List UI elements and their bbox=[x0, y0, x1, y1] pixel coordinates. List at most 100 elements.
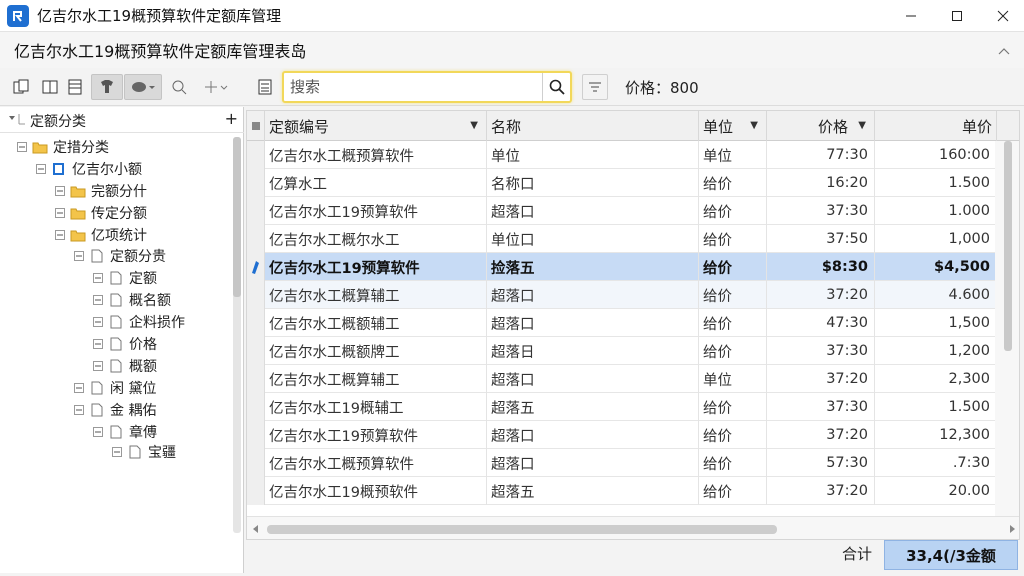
tree-node[interactable]: 概额 bbox=[92, 356, 157, 376]
close-button[interactable] bbox=[980, 0, 1024, 32]
table-cell-price[interactable]: 77:30 bbox=[767, 141, 875, 169]
row-selector[interactable] bbox=[247, 337, 265, 365]
brush-button[interactable] bbox=[91, 74, 123, 100]
tree-toggle-icon[interactable] bbox=[54, 229, 66, 241]
table-cell-price[interactable]: 37:30 bbox=[767, 393, 875, 421]
add-category-button[interactable]: + bbox=[225, 109, 238, 128]
table-cell-price[interactable]: 37:20 bbox=[767, 365, 875, 393]
table-cell-price[interactable]: 37:20 bbox=[767, 477, 875, 505]
row-selector[interactable] bbox=[247, 169, 265, 197]
search-refresh-button[interactable] bbox=[166, 74, 192, 100]
table-row[interactable]: 亿吉尔水工概算辅工 超落口 单位 37:20 2,300 bbox=[247, 365, 997, 393]
table-cell-code[interactable]: 亿吉尔水工概尔水工 bbox=[265, 225, 487, 253]
table-cell-unit[interactable]: 给价 bbox=[699, 197, 767, 225]
table-row[interactable]: 亿吉尔水工19概预软件 超落五 给价 37:20 20.00 bbox=[247, 477, 997, 505]
table-cell-unit[interactable]: 给价 bbox=[699, 281, 767, 309]
row-selector[interactable] bbox=[247, 253, 265, 281]
tree-toggle-icon[interactable] bbox=[73, 382, 85, 394]
table-row[interactable]: 亿吉尔水工概额辅工 超落口 给价 47:30 1,500 bbox=[247, 309, 997, 337]
table-cell-name[interactable]: 单位 bbox=[487, 141, 699, 169]
tree-toggle-icon[interactable] bbox=[16, 141, 28, 153]
table-cell-unit-price[interactable]: 20.00 bbox=[875, 477, 997, 505]
layout-button[interactable] bbox=[37, 74, 63, 100]
tree-node[interactable]: 定措分类 bbox=[16, 137, 109, 157]
table-row[interactable]: 亿吉尔水工概尔水工 单位口 给价 37:50 1,000 bbox=[247, 225, 997, 253]
table-cell-unit[interactable]: 给价 bbox=[699, 309, 767, 337]
table-cell-name[interactable]: 超落口 bbox=[487, 197, 699, 225]
table-cell-name[interactable]: 单位口 bbox=[487, 225, 699, 253]
table-cell-unit[interactable]: 给价 bbox=[699, 253, 767, 281]
tree-node[interactable]: 概名额 bbox=[92, 290, 171, 310]
table-cell-unit-price[interactable]: .7:30 bbox=[875, 449, 997, 477]
table-cell-code[interactable]: 亿吉尔水工19概辅工 bbox=[265, 393, 487, 421]
move-dropdown-button[interactable] bbox=[200, 74, 232, 100]
table-cell-code[interactable]: 亿吉尔水工概预算软件 bbox=[265, 141, 487, 169]
table-cell-name[interactable]: 超落五 bbox=[487, 477, 699, 505]
table-cell-unit-price[interactable]: 1.500 bbox=[875, 393, 997, 421]
tree-node[interactable]: 金 耦佑 bbox=[73, 400, 156, 420]
table-cell-price[interactable]: 37:20 bbox=[767, 281, 875, 309]
table-cell-code[interactable]: 亿吉尔水工19预算软件 bbox=[265, 197, 487, 225]
table-cell-price[interactable]: $8:30 bbox=[767, 253, 875, 281]
table-cell-unit-price[interactable]: 1,200 bbox=[875, 337, 997, 365]
tree-node[interactable]: 价格 bbox=[92, 334, 157, 354]
tree-node[interactable]: 章傅 bbox=[92, 422, 157, 442]
row-selector[interactable] bbox=[247, 365, 265, 393]
tree-node[interactable]: 亿吉尔小额 bbox=[35, 159, 142, 179]
select-all-cell[interactable] bbox=[247, 111, 265, 141]
row-selector[interactable] bbox=[247, 141, 265, 169]
tree-toggle-icon[interactable] bbox=[111, 446, 123, 458]
table-cell-code[interactable]: 亿吉尔水工19预算软件 bbox=[265, 253, 487, 281]
table-row[interactable]: 亿吉尔水工概额牌工 超落日 给价 37:30 1,200 bbox=[247, 337, 997, 365]
table-cell-code[interactable]: 亿吉尔水工概额辅工 bbox=[265, 309, 487, 337]
table-cell-price[interactable]: 37:20 bbox=[767, 421, 875, 449]
tree-toggle-icon[interactable] bbox=[92, 294, 104, 306]
row-selector[interactable] bbox=[247, 477, 265, 505]
row-selector[interactable] bbox=[247, 281, 265, 309]
table-cell-price[interactable]: 47:30 bbox=[767, 309, 875, 337]
table-cell-code[interactable]: 亿吉尔水工概额牌工 bbox=[265, 337, 487, 365]
column-header-price[interactable]: 价格 ▼ bbox=[767, 111, 875, 141]
table-row[interactable]: 亿算水工 名称口 给价 16:20 1.500 bbox=[247, 169, 997, 197]
table-row[interactable]: 亿吉尔水工19预算软件 捡落五 给价 $8:30 $4,500 bbox=[247, 253, 997, 281]
collapse-icon[interactable] bbox=[8, 112, 26, 130]
row-selector[interactable] bbox=[247, 309, 265, 337]
filter-button[interactable] bbox=[582, 74, 608, 100]
table-cell-unit[interactable]: 给价 bbox=[699, 393, 767, 421]
table-vertical-scrollbar[interactable] bbox=[995, 141, 1019, 531]
table-cell-price[interactable]: 37:50 bbox=[767, 225, 875, 253]
tree-node[interactable]: 完额分什 bbox=[54, 181, 147, 201]
table-cell-unit-price[interactable]: 1.000 bbox=[875, 197, 997, 225]
maximize-button[interactable] bbox=[934, 0, 980, 32]
table-cell-unit-price[interactable]: 12,300 bbox=[875, 421, 997, 449]
table-cell-name[interactable]: 超落口 bbox=[487, 281, 699, 309]
table-view-button[interactable] bbox=[63, 74, 87, 100]
table-row[interactable]: 亿吉尔水工概算辅工 超落口 给价 37:20 4.600 bbox=[247, 281, 997, 309]
table-cell-name[interactable]: 超落口 bbox=[487, 309, 699, 337]
chevron-up-icon[interactable] bbox=[998, 43, 1010, 59]
table-row[interactable]: 亿吉尔水工概预算软件 超落口 给价 57:30.7:30 bbox=[247, 449, 997, 477]
table-cell-unit[interactable]: 给价 bbox=[699, 477, 767, 505]
minimize-button[interactable] bbox=[888, 0, 934, 32]
row-selector[interactable] bbox=[247, 225, 265, 253]
tree-node[interactable]: 宝疆 bbox=[111, 442, 176, 462]
tree-toggle-icon[interactable] bbox=[92, 316, 104, 328]
table-cell-price[interactable]: 37:30 bbox=[767, 197, 875, 225]
shape-dropdown-button[interactable] bbox=[124, 74, 162, 100]
table-row[interactable]: 亿吉尔水工19概辅工 超落五 给价 37:30 1.500 bbox=[247, 393, 997, 421]
table-cell-code[interactable]: 亿吉尔水工概预算软件 bbox=[265, 449, 487, 477]
table-cell-unit-price[interactable]: 1.500 bbox=[875, 169, 997, 197]
search-input[interactable] bbox=[286, 75, 540, 99]
tree-node[interactable]: 定额分贵 bbox=[73, 246, 166, 266]
tree-toggle-icon[interactable] bbox=[92, 338, 104, 350]
tree-toggle-icon[interactable] bbox=[35, 163, 47, 175]
calculator-button[interactable] bbox=[252, 74, 278, 100]
table-cell-unit[interactable]: 给价 bbox=[699, 421, 767, 449]
table-cell-code[interactable]: 亿吉尔水工19概预软件 bbox=[265, 477, 487, 505]
tree-toggle-icon[interactable] bbox=[92, 360, 104, 372]
sort-down-icon[interactable]: ▼ bbox=[750, 120, 758, 131]
table-cell-unit[interactable]: 单位 bbox=[699, 365, 767, 393]
table-cell-unit[interactable]: 单位 bbox=[699, 141, 767, 169]
table-cell-name[interactable]: 超落五 bbox=[487, 393, 699, 421]
table-cell-name[interactable]: 名称口 bbox=[487, 169, 699, 197]
